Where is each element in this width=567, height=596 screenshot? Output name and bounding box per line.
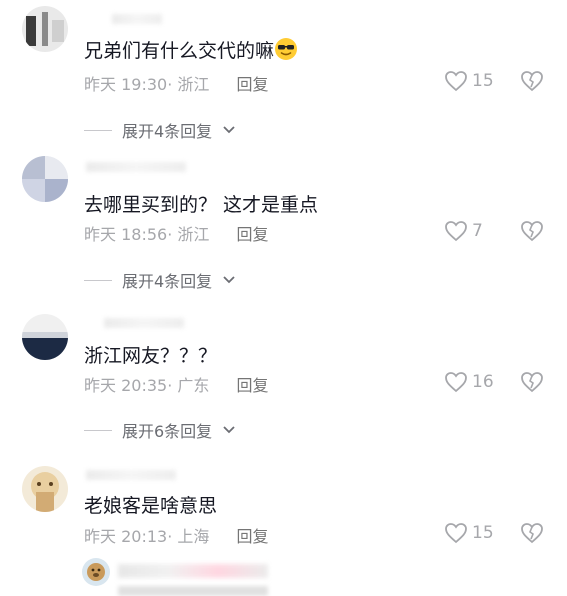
- like-button[interactable]: 15: [444, 70, 494, 92]
- dislike-button[interactable]: [520, 70, 544, 92]
- reply-button[interactable]: 回复: [236, 376, 268, 395]
- avatar[interactable]: [22, 156, 68, 202]
- divider-line: [84, 429, 112, 431]
- broken-heart-icon: [521, 221, 543, 242]
- heart-icon: [445, 372, 467, 393]
- reply-item-partial: [0, 556, 567, 596]
- username-blurred[interactable]: [112, 14, 162, 24]
- broken-heart-icon: [521, 523, 543, 544]
- comment-meta: 昨天 19:30· 浙江 回复: [84, 75, 269, 94]
- comment-text: 兄弟们有什么交代的嘛: [84, 36, 298, 63]
- comment-time: 昨天 18:56: [84, 225, 168, 244]
- username-blurred[interactable]: [104, 318, 184, 328]
- comment-time: 昨天 20:35: [84, 376, 168, 395]
- comment-text: 浙江网友？？？: [84, 345, 218, 367]
- dislike-button[interactable]: [520, 371, 544, 393]
- reply-text-blurred: [118, 586, 268, 596]
- avatar[interactable]: [22, 314, 68, 360]
- comment-location: 浙江: [177, 225, 210, 244]
- comment-time: 昨天 19:30: [84, 75, 168, 94]
- comment-time: 昨天 20:13: [84, 527, 168, 546]
- divider-line: [84, 129, 112, 131]
- broken-heart-icon: [521, 372, 543, 393]
- divider-line: [84, 279, 112, 281]
- broken-heart-icon: [521, 71, 543, 92]
- like-count: 16: [472, 372, 494, 392]
- avatar[interactable]: [22, 466, 68, 512]
- expand-replies-button[interactable]: 展开4条回复: [84, 268, 236, 292]
- like-count: 15: [472, 523, 494, 543]
- username-blurred[interactable]: [86, 162, 186, 172]
- reply-username-blurred[interactable]: [118, 564, 268, 578]
- like-button[interactable]: 15: [444, 522, 494, 544]
- comment-meta: 昨天 18:56· 浙江 回复: [84, 225, 269, 244]
- like-button[interactable]: 16: [444, 371, 494, 393]
- chevron-down-icon: [223, 426, 235, 434]
- chevron-down-icon: [223, 276, 235, 284]
- comment-location: 广东: [177, 376, 210, 395]
- reply-button[interactable]: 回复: [236, 225, 268, 244]
- expand-replies-button[interactable]: 展开4条回复: [84, 118, 236, 142]
- comment-meta: 昨天 20:35· 广东 回复: [84, 376, 269, 395]
- like-count: 7: [472, 221, 483, 241]
- like-count: 15: [472, 71, 494, 91]
- comment-location: 浙江: [177, 75, 210, 94]
- comment-location: 上海: [177, 527, 210, 546]
- comment-text: 去哪里买到的？ 这才是重点: [84, 194, 319, 216]
- comment-text: 老娘客是啥意思: [84, 495, 218, 517]
- like-button[interactable]: 7: [444, 220, 483, 242]
- reply-button[interactable]: 回复: [236, 527, 268, 546]
- avatar[interactable]: [22, 6, 68, 52]
- dislike-button[interactable]: [520, 220, 544, 242]
- heart-icon: [445, 221, 467, 242]
- comment-meta: 昨天 20:13· 上海 回复: [84, 527, 269, 546]
- sunglasses-emoji-icon: [274, 37, 298, 61]
- expand-replies-button[interactable]: 展开6条回复: [84, 418, 236, 442]
- dislike-button[interactable]: [520, 522, 544, 544]
- reply-button[interactable]: 回复: [236, 75, 268, 94]
- reply-avatar[interactable]: [82, 558, 110, 586]
- heart-icon: [445, 523, 467, 544]
- username-blurred[interactable]: [86, 470, 176, 480]
- chevron-down-icon: [223, 126, 235, 134]
- heart-icon: [445, 71, 467, 92]
